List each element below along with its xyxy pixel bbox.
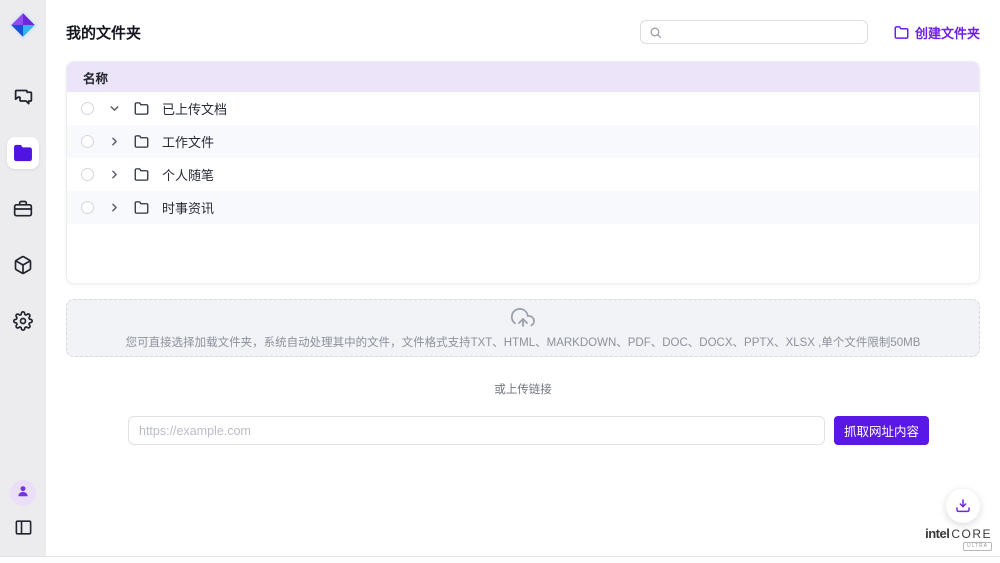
intel-logo-text: intel — [925, 527, 949, 540]
ultra-badge: ultra — [963, 542, 992, 551]
cube-icon — [13, 255, 33, 275]
cloud-upload-icon — [511, 307, 535, 331]
folder-name[interactable]: 已上传文档 — [162, 99, 227, 118]
row-checkbox[interactable] — [81, 201, 94, 214]
table-row[interactable]: 工作文件 — [67, 125, 979, 158]
table-row[interactable]: 个人随笔 — [67, 158, 979, 191]
user-avatar[interactable] — [10, 480, 36, 506]
row-checkbox[interactable] — [81, 168, 94, 181]
sidebar — [0, 0, 46, 556]
app-logo-gem-icon — [4, 5, 42, 45]
folder-name[interactable]: 个人随笔 — [162, 165, 214, 184]
folder-name[interactable]: 时事资讯 — [162, 198, 214, 217]
table-row[interactable]: 时事资讯 — [67, 191, 979, 224]
download-icon — [955, 498, 971, 514]
main-content: 我的文件夹 创建文件夹 名称 — [46, 0, 1000, 556]
core-logo-text: core — [951, 528, 992, 540]
url-upload-row: 抓取网址内容 — [128, 416, 929, 445]
collapse-panel-button[interactable] — [14, 518, 33, 542]
chevron-right-icon[interactable] — [107, 168, 121, 182]
download-fab-button[interactable] — [946, 489, 980, 523]
window-bottom-edge — [0, 556, 1000, 563]
chevron-down-icon[interactable] — [107, 102, 121, 116]
folder-icon — [134, 101, 149, 116]
folder-icon — [134, 134, 149, 149]
fetch-url-button[interactable]: 抓取网址内容 — [834, 416, 929, 445]
chevron-right-icon[interactable] — [107, 135, 121, 149]
upload-dropzone[interactable]: 您可直接选择加载文件夹，系统自动处理其中的文件，文件格式支持TXT、HTML、M… — [66, 299, 980, 357]
folder-plus-icon — [894, 25, 909, 40]
chevron-right-icon[interactable] — [107, 201, 121, 215]
table-row[interactable]: 已上传文档 — [67, 92, 979, 125]
sidebar-item-folders[interactable] — [7, 137, 39, 169]
or-upload-link-label: 或上传链接 — [46, 381, 1000, 397]
page-title: 我的文件夹 — [66, 22, 141, 43]
upload-hint-text: 您可直接选择加载文件夹，系统自动处理其中的文件，文件格式支持TXT、HTML、M… — [126, 334, 921, 350]
chat-icon — [13, 87, 34, 108]
folder-icon — [134, 200, 149, 215]
folder-table: 名称 已上传文档 工作文件 — [66, 61, 980, 284]
sidebar-nav — [7, 81, 39, 337]
name-column-header: 名称 — [83, 68, 108, 87]
briefcase-icon — [13, 199, 33, 219]
folder-name[interactable]: 工作文件 — [162, 132, 214, 151]
row-checkbox[interactable] — [81, 135, 94, 148]
row-checkbox[interactable] — [81, 102, 94, 115]
search-input[interactable] — [668, 25, 859, 39]
gear-icon — [13, 311, 33, 331]
search-box[interactable] — [640, 20, 868, 44]
url-input[interactable] — [128, 416, 825, 445]
sidebar-item-workspace[interactable] — [7, 193, 39, 225]
page-header: 我的文件夹 创建文件夹 — [46, 0, 1000, 44]
intel-core-logo: intel core ultra — [925, 527, 992, 551]
sidebar-item-settings[interactable] — [7, 305, 39, 337]
table-header-row: 名称 — [67, 62, 979, 92]
sidebar-item-chat[interactable] — [7, 81, 39, 113]
person-icon — [16, 484, 30, 503]
sidebar-item-models[interactable] — [7, 249, 39, 281]
folder-icon — [134, 167, 149, 182]
create-folder-label: 创建文件夹 — [915, 23, 980, 42]
folder-icon — [13, 143, 33, 163]
create-folder-button[interactable]: 创建文件夹 — [894, 23, 980, 42]
sidebar-bottom — [10, 480, 36, 542]
search-icon — [649, 26, 662, 39]
panel-layout-icon — [14, 524, 33, 541]
